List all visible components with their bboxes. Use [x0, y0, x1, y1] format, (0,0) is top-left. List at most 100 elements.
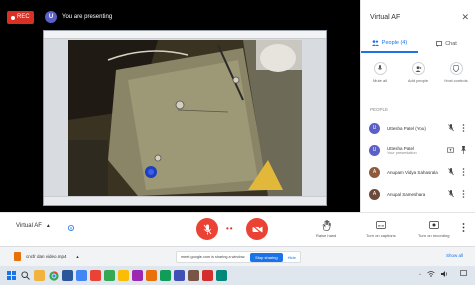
app-icon[interactable] — [90, 270, 101, 281]
hide-button[interactable]: Hide — [288, 255, 296, 260]
raise-hand-button[interactable]: Raise hand — [316, 219, 336, 238]
camera-toggle-button[interactable] — [246, 218, 268, 240]
hand-icon — [320, 219, 332, 231]
participant-name: Anupam Vidya Sahasrala — [387, 169, 438, 175]
captions-icon — [375, 219, 387, 231]
more-vert-icon[interactable] — [460, 124, 467, 133]
recording-dot-icon — [11, 15, 15, 20]
app-icon[interactable] — [104, 270, 115, 281]
participant-row[interactable]: U Uttesha Patel Your presentation — [361, 140, 475, 160]
participant-name: Uttesha Patel (You) — [387, 125, 426, 131]
mic-off-icon[interactable] — [447, 168, 454, 177]
section-label: PEOPLE — [370, 107, 389, 112]
meeting-name: Virtual AF — [16, 223, 42, 229]
panel-tabs: People (4) Chat — [361, 35, 475, 53]
mic-off-icon[interactable] — [447, 190, 454, 199]
avatar: U — [369, 144, 380, 156]
more-options-button[interactable] — [462, 223, 465, 233]
people-icon — [371, 40, 379, 46]
chrome-icon[interactable] — [48, 270, 59, 281]
mic-toggle-button[interactable] — [196, 218, 218, 240]
chat-icon — [436, 41, 443, 47]
chevron-up-icon: ▲ — [45, 223, 51, 229]
os-taskbar: ^ — [0, 266, 475, 285]
meeting-details-button[interactable]: Virtual AF ▲ — [16, 223, 51, 229]
file-icon — [14, 252, 21, 261]
presenter-chip: U You are presenting — [45, 11, 112, 23]
chevron-up-icon[interactable]: ^ — [419, 272, 421, 277]
show-all-link[interactable]: Show all — [446, 253, 463, 258]
avatar: U — [369, 122, 380, 134]
search-icon[interactable] — [20, 270, 31, 281]
pin-icon[interactable] — [460, 146, 467, 155]
app-icon[interactable] — [216, 270, 227, 281]
meeting-controls: Virtual AF ▲ •• Raise hand Turn on capti… — [0, 212, 475, 246]
download-file-name: cncfr dan video.mp4 — [26, 254, 67, 259]
tab-chat[interactable]: Chat — [418, 35, 475, 53]
add-people-button[interactable]: Add people — [401, 62, 435, 94]
camera-feed-image — [68, 40, 302, 196]
participant-subtitle: Your presentation — [387, 150, 417, 155]
app-icon[interactable] — [202, 270, 213, 281]
share-notice: meet.google.com is sharing a window. Sto… — [176, 251, 301, 263]
app-icon[interactable] — [76, 270, 87, 281]
wifi-icon[interactable] — [427, 270, 435, 278]
app-icon[interactable] — [132, 270, 143, 281]
download-bar: cncfr dan video.mp4 ▲ meet.google.com is… — [0, 246, 475, 266]
volume-icon[interactable] — [441, 270, 448, 278]
presenter-status: You are presenting — [62, 14, 113, 20]
word-icon[interactable] — [62, 270, 73, 281]
host-controls-label: Host controls — [444, 78, 468, 83]
app-icon[interactable] — [160, 270, 171, 281]
tab-people[interactable]: People (4) — [361, 35, 418, 53]
captions-label: Turn on captions — [366, 233, 396, 238]
mic-icon — [373, 62, 387, 75]
add-people-label: Add people — [407, 78, 429, 83]
recording-label: Turn on recording — [418, 233, 450, 238]
stop-sharing-button[interactable]: Stop sharing — [250, 252, 283, 262]
shared-window-titlebar — [44, 31, 326, 39]
people-panel: Virtual AF ✕ People (4) Chat Mute all Ad… — [360, 0, 475, 212]
more-vert-icon[interactable] — [460, 190, 467, 199]
recording-button[interactable]: Turn on recording — [418, 219, 449, 238]
app-icon[interactable] — [188, 270, 199, 281]
participant-row[interactable]: A Anupal Sameshara — [361, 184, 475, 204]
app-icon[interactable] — [118, 270, 129, 281]
notifications-icon[interactable] — [460, 270, 467, 278]
participant-row[interactable]: A Anupam Vidya Sahasrala — [361, 162, 475, 182]
close-icon[interactable]: ✕ — [461, 12, 469, 23]
presenter-avatar: U — [45, 11, 57, 23]
mute-all-label: Mute all — [372, 78, 387, 83]
present-icon[interactable] — [447, 146, 454, 155]
download-item[interactable]: cncfr dan video.mp4 ▲ — [14, 252, 80, 261]
recording-icon — [428, 219, 440, 231]
recording-badge: REC — [7, 11, 34, 24]
mute-all-button[interactable]: Mute all — [363, 62, 397, 94]
raise-hand-label: Raise hand — [316, 233, 337, 238]
share-notice-text: meet.google.com is sharing a window. — [181, 255, 246, 259]
info-icon[interactable] — [66, 221, 76, 235]
more-dots-icon: •• — [226, 224, 234, 233]
participant-row[interactable]: U Uttesha Patel (You) — [361, 118, 475, 138]
tab-people-label: People (4) — [381, 40, 408, 46]
participant-name: Anupal Sameshara — [387, 191, 426, 197]
presentation-stage: REC U You are presenting — [0, 0, 360, 212]
add-person-icon — [411, 62, 425, 75]
app-icon[interactable] — [174, 270, 185, 281]
captions-button[interactable]: Turn on captions — [366, 219, 396, 238]
shared-window — [43, 30, 327, 206]
more-vert-icon — [462, 223, 465, 233]
app-icon[interactable] — [146, 270, 157, 281]
shield-icon — [449, 62, 463, 75]
windows-icon[interactable] — [6, 270, 17, 281]
file-explorer-icon[interactable] — [34, 270, 45, 281]
panel-actions: Mute all Add people Host controls — [361, 62, 475, 94]
host-controls-button[interactable]: Host controls — [439, 62, 473, 94]
system-tray: ^ — [419, 270, 467, 278]
more-vert-icon[interactable] — [460, 168, 467, 177]
tab-chat-label: Chat — [445, 41, 457, 47]
shared-window-taskbar — [44, 196, 326, 205]
camera-feed — [68, 40, 302, 196]
mic-off-icon — [203, 224, 211, 234]
mic-off-icon[interactable] — [447, 124, 454, 133]
